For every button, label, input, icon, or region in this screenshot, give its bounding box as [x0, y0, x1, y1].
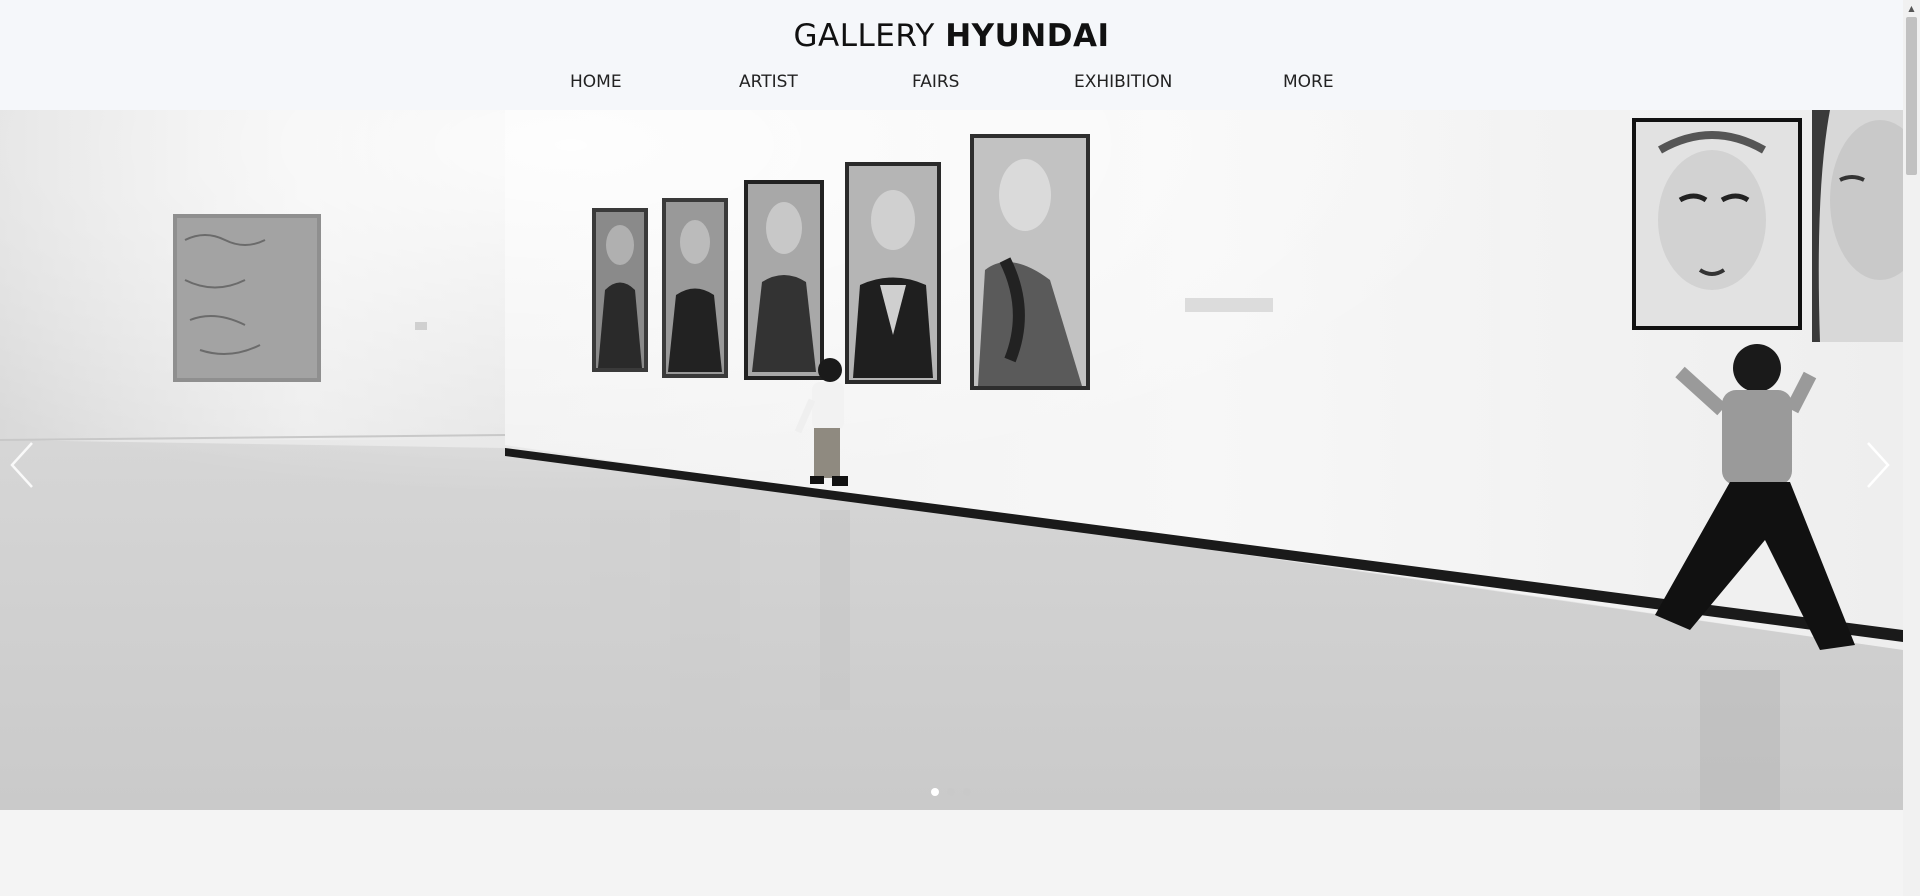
site-logo[interactable]: GALLERY HYUNDAI: [0, 18, 1903, 54]
nav-more[interactable]: MORE: [1283, 72, 1334, 92]
logo-bold-text: HYUNDAI: [945, 18, 1110, 54]
slider-dot-3[interactable]: [963, 788, 971, 796]
nav-exhibition[interactable]: EXHIBITION: [1074, 72, 1172, 92]
portrait-4: [845, 162, 941, 384]
chevron-left-icon[interactable]: [4, 435, 44, 495]
scroll-up-arrow-icon[interactable]: ▲: [1903, 0, 1920, 17]
scrollbar-thumb[interactable]: [1906, 17, 1917, 175]
vertical-scrollbar[interactable]: ▲: [1903, 0, 1920, 896]
portrait-7: [1812, 110, 1903, 342]
gallery-photo-image: [0, 110, 1903, 810]
slider-dot-1[interactable]: [931, 788, 939, 796]
portrait-5: [970, 134, 1090, 390]
main-nav: HOME ARTIST FAIRS EXHIBITION MORE: [0, 72, 1903, 96]
portrait-3: [744, 180, 824, 380]
logo-light-text: GALLERY: [793, 18, 935, 54]
page: GALLERY HYUNDAI HOME ARTIST FAIRS EXHIBI…: [0, 0, 1903, 896]
site-header: GALLERY HYUNDAI HOME ARTIST FAIRS EXHIBI…: [0, 0, 1903, 110]
chevron-right-icon[interactable]: [1856, 435, 1896, 495]
portrait-6: [1632, 118, 1802, 330]
nav-home[interactable]: HOME: [570, 72, 622, 92]
nav-fairs[interactable]: FAIRS: [912, 72, 959, 92]
slider-dot-2[interactable]: [947, 788, 955, 796]
hero-slider[interactable]: [0, 110, 1903, 810]
portrait-2: [662, 198, 728, 378]
nav-artist[interactable]: ARTIST: [739, 72, 798, 92]
portrait-1: [592, 208, 648, 372]
slider-pagination: [0, 788, 1903, 800]
